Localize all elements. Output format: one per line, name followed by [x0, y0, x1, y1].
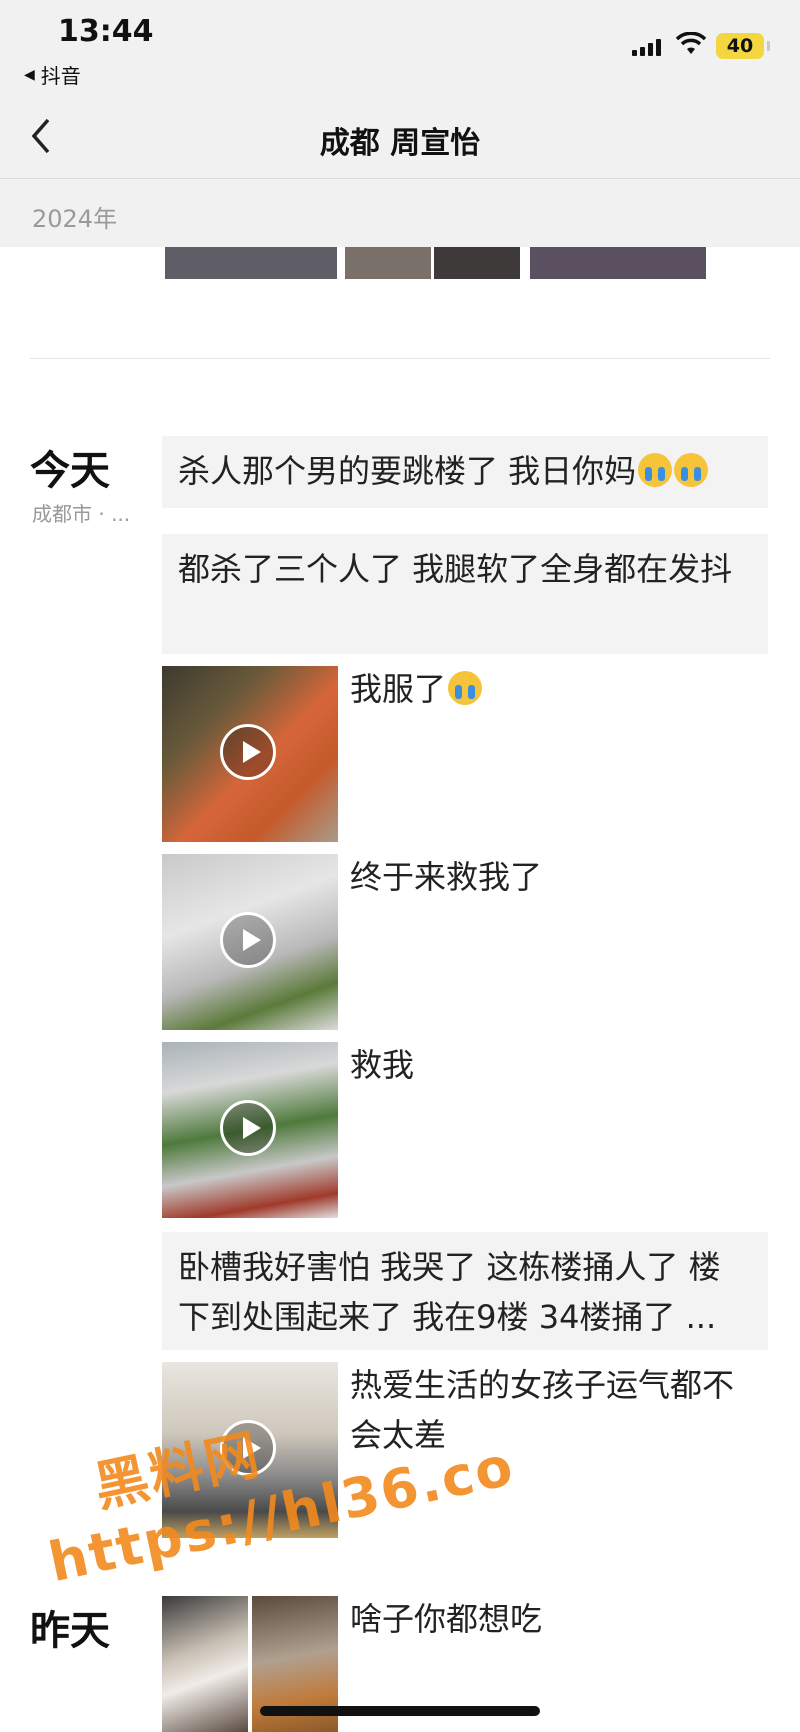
- status-bar: 13:44 ◀ 抖音 40: [0, 0, 800, 100]
- video-thumbnail[interactable]: [162, 854, 338, 1030]
- crying-emoji-icon: [448, 671, 483, 705]
- home-indicator: [260, 1706, 540, 1716]
- crying-emoji-icon: [638, 453, 673, 487]
- post-text: 卧槽我好害怕 我哭了 这栋楼捅人了 楼下到处围起来了 我在9楼 34楼捅了 ..…: [178, 1248, 721, 1336]
- text-post[interactable]: 杀人那个男的要跳楼了 我日你妈: [162, 436, 768, 508]
- video-caption: 救我: [350, 1046, 415, 1084]
- video-thumbnail[interactable]: [162, 666, 338, 842]
- prev-thumbnail[interactable]: [345, 247, 431, 279]
- play-icon: [220, 912, 276, 968]
- image-caption: 啥子你都想吃: [350, 1600, 543, 1638]
- nav-bar: 成都 周宣怡: [0, 100, 800, 179]
- text-post[interactable]: 卧槽我好害怕 我哭了 这栋楼捅人了 楼下到处围起来了 我在9楼 34楼捅了 ..…: [162, 1232, 768, 1350]
- day-label-yesterday: 昨天: [30, 1608, 110, 1654]
- prev-thumbnail[interactable]: [434, 247, 520, 279]
- crying-emoji-icon: [674, 453, 709, 487]
- day-label-today: 今天: [30, 448, 110, 494]
- location-label: 成都市 · ...: [32, 502, 131, 526]
- image-thumbnail[interactable]: [162, 1596, 248, 1732]
- post-text: 杀人那个男的要跳楼了 我日你妈: [178, 452, 637, 490]
- back-to-app-link[interactable]: ◀ 抖音: [24, 60, 81, 89]
- battery-indicator: 40: [716, 33, 770, 59]
- prev-thumbnail[interactable]: [530, 247, 706, 279]
- play-icon: [220, 724, 276, 780]
- year-header: 2024年: [0, 179, 800, 247]
- section-divider: [30, 358, 770, 359]
- status-time: 13:44: [58, 14, 154, 49]
- year-label: 2024年: [32, 205, 118, 233]
- back-triangle-icon: ◀: [24, 66, 35, 83]
- video-thumbnail[interactable]: [162, 1042, 338, 1218]
- signal-icon: [632, 38, 661, 56]
- page-title: 成都 周宣怡: [319, 126, 481, 161]
- video-caption: 我服了: [350, 664, 750, 714]
- back-app-label: 抖音: [40, 64, 81, 88]
- wifi-icon: [676, 32, 706, 54]
- text-post[interactable]: 都杀了三个人了 我腿软了全身都在发抖: [162, 534, 768, 654]
- post-text: 都杀了三个人了 我腿软了全身都在发抖: [178, 550, 733, 588]
- play-icon: [220, 1100, 276, 1156]
- video-caption: 终于来救我了: [350, 858, 543, 896]
- prev-thumbnail[interactable]: [165, 247, 337, 279]
